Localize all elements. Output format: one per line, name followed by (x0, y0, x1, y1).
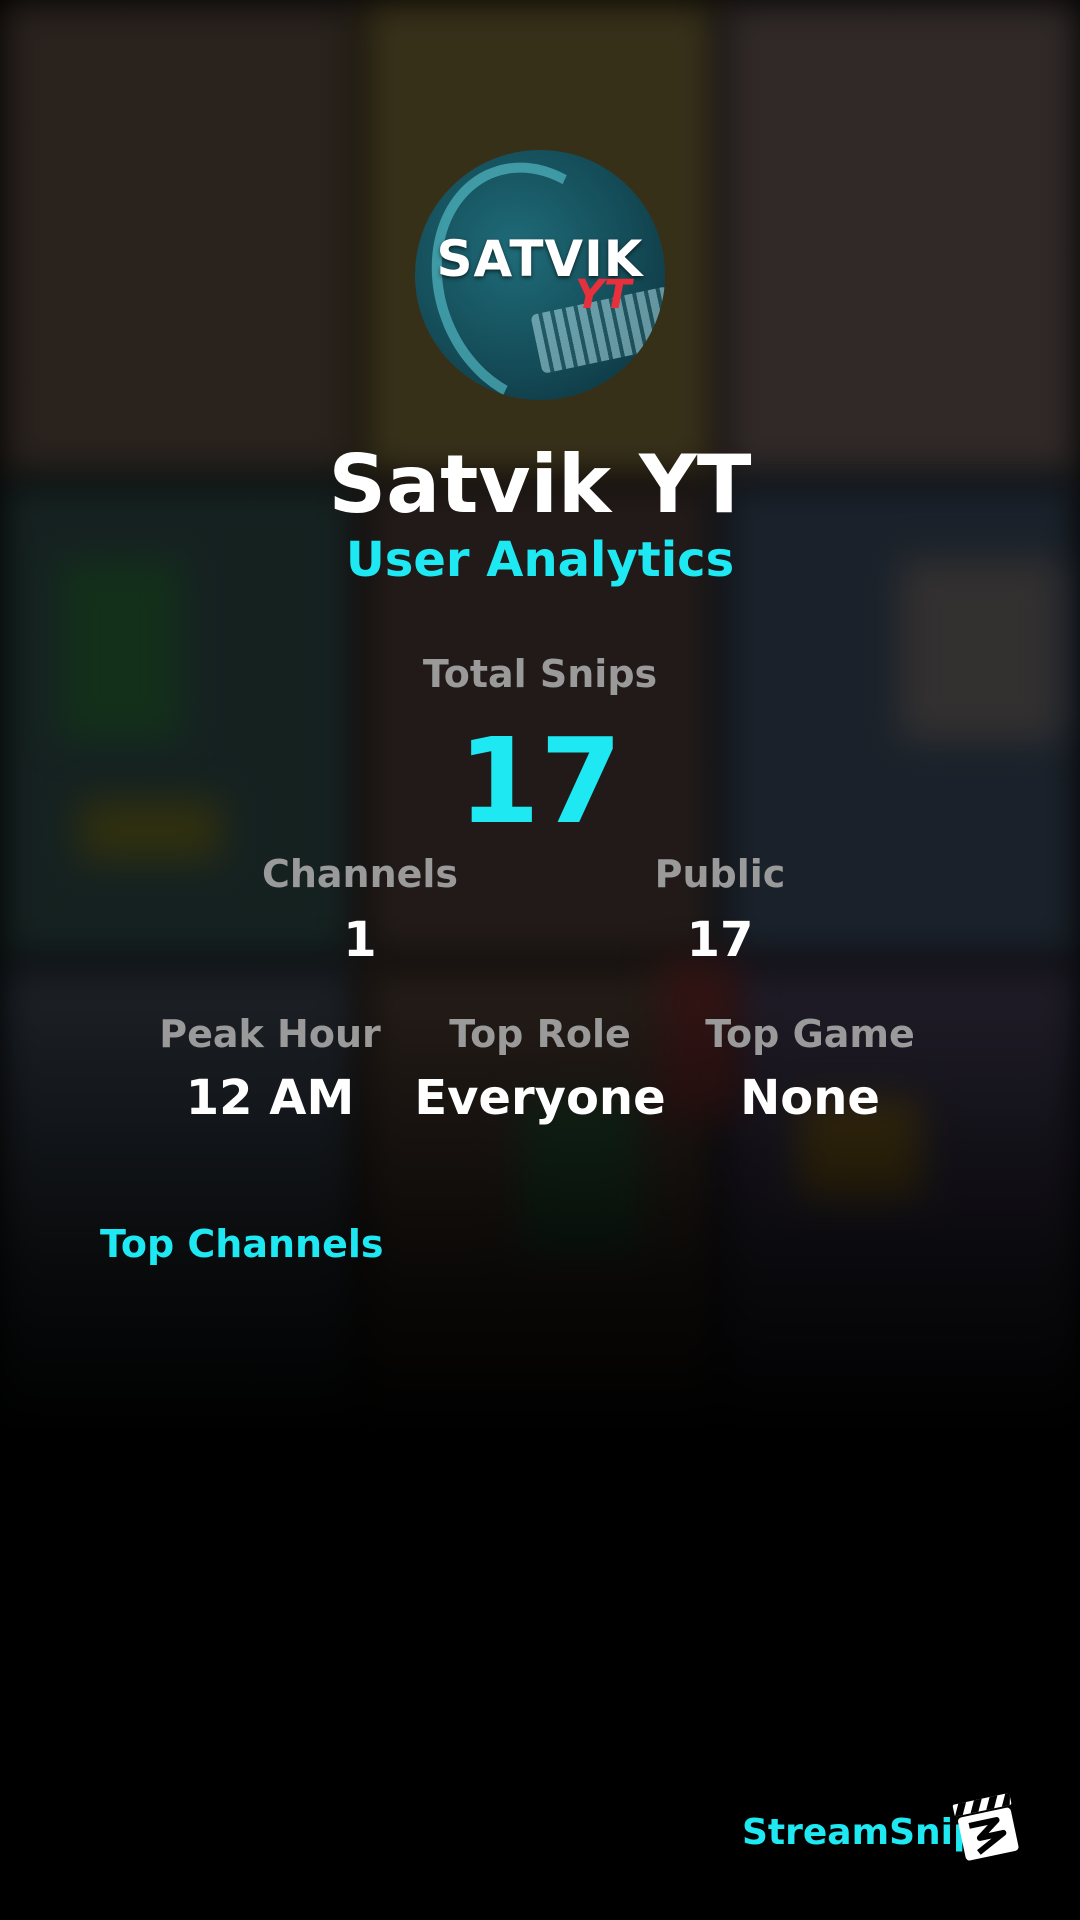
stat-public: Public 17 (620, 852, 820, 968)
analytics-card: SATVIK YT Satvik YT User Analytics Total… (0, 0, 1080, 1920)
avatar: SATVIK YT (415, 150, 665, 400)
top-channels-heading: Top Channels (100, 1222, 384, 1266)
avatar-subtext: YT (575, 272, 632, 318)
clapperboard-icon (952, 1792, 1019, 1861)
public-label: Public (654, 852, 786, 896)
public-value: 17 (686, 912, 754, 968)
stat-channels: Channels 1 (260, 852, 460, 968)
page-subtitle: User Analytics (345, 532, 735, 588)
stat-top-role: Top Role Everyone (400, 1012, 680, 1126)
brand-name: StreamSnip (742, 1812, 979, 1853)
channels-value: 1 (343, 912, 377, 968)
total-snips-value: 17 (457, 712, 623, 850)
brand: StreamSnip (700, 1790, 1035, 1870)
channels-label: Channels (261, 852, 459, 896)
peak-hour-label: Peak Hour (159, 1012, 381, 1056)
stat-top-game: Top Game None (690, 1012, 930, 1126)
top-game-value: None (740, 1070, 880, 1126)
top-role-label: Top Role (449, 1012, 631, 1056)
top-role-value: Everyone (414, 1070, 666, 1126)
total-snips-label: Total Snips (422, 652, 658, 696)
content: SATVIK YT Satvik YT User Analytics Total… (0, 0, 1080, 1920)
peak-hour-value: 12 AM (185, 1070, 355, 1126)
top-game-label: Top Game (705, 1012, 915, 1056)
user-name: Satvik YT (328, 438, 752, 531)
stat-peak-hour: Peak Hour 12 AM (150, 1012, 390, 1126)
